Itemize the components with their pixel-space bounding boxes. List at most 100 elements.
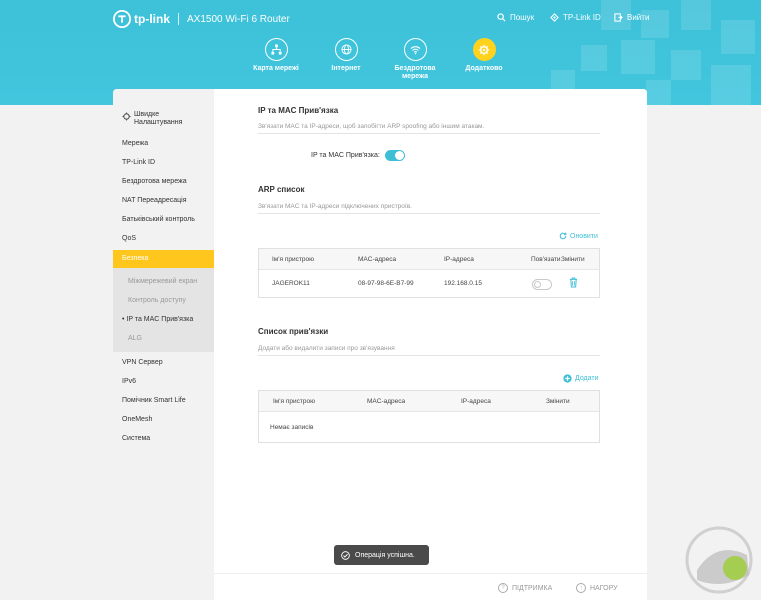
sidebar-item-quick-setup[interactable]: Швидке Налаштування [122, 111, 182, 127]
sidebar-sub-ip-mac[interactable]: • IP та MAC Прив'язка [122, 316, 193, 323]
tplink-id-link[interactable]: TP-Link ID [550, 13, 601, 22]
tab-internet-label: Інтернет [331, 65, 361, 72]
router-model: AX1500 Wi-Fi 6 Router [187, 13, 290, 25]
back-to-top-label: НАГОРУ [590, 584, 618, 592]
binding-description: Додати або видалити записи про зв'язуван… [258, 345, 395, 352]
add-button[interactable]: Додати [563, 374, 599, 383]
sidebar-item-wireless[interactable]: Бездротова мережа [122, 178, 187, 185]
quick-setup-line1: Швидке [134, 111, 160, 118]
binding-title: Список прив'язки [258, 327, 329, 336]
arp-title: ARP список [258, 185, 305, 194]
quick-setup-line2: Налаштування [134, 119, 183, 126]
binding-empty-message: Немає записів [270, 424, 314, 431]
ipmac-toggle[interactable] [385, 150, 405, 161]
binding-divider [258, 355, 600, 356]
logout-label: Вийти [627, 13, 650, 22]
sidebar-item-security[interactable]: Безпека [113, 250, 214, 268]
tab-network-map-label: Карта мережі [253, 65, 299, 72]
tab-network-map[interactable]: Карта мережі [241, 38, 311, 73]
add-icon [563, 374, 572, 383]
refresh-label: Оновити [570, 232, 598, 240]
sidebar-sub-alg[interactable]: ALG [128, 335, 142, 342]
toggle-knob [534, 281, 541, 288]
add-label: Додати [575, 375, 599, 382]
gear-icon [472, 38, 496, 61]
success-toast: Операція успішна. [334, 545, 429, 565]
sidebar-item-network[interactable]: Мережа [122, 140, 148, 147]
watermark-logo [685, 526, 753, 594]
ipmac-toggle-label: IP та MAC Прив'язка: [311, 152, 380, 159]
search-link[interactable]: Пошук [497, 13, 534, 22]
sidebar-item-ipv6[interactable]: IPv6 [122, 378, 136, 385]
sidebar-item-system[interactable]: Система [122, 435, 150, 442]
arp-col-bind: Пов'язати [531, 256, 561, 263]
ipmac-description: Зв'язати MAC та IP-адреси, щоб запобігти… [258, 123, 485, 130]
sidebar-item-onemesh[interactable]: OneMesh [122, 416, 152, 423]
ipmac-divider [258, 133, 600, 134]
tab-wireless[interactable]: Бездротова мережа [380, 38, 450, 81]
refresh-icon [559, 232, 567, 240]
refresh-button[interactable]: Оновити [559, 232, 598, 240]
back-to-top-link[interactable]: ↑ НАГОРУ [576, 583, 618, 593]
arrow-up-icon: ↑ [576, 583, 586, 593]
arp-col-edit: Змінити [561, 256, 585, 263]
sidebar-sub-access-control[interactable]: Контроль доступу [128, 297, 186, 304]
wifi-icon [403, 38, 427, 61]
binding-table-header: Ім'я пристрою MAC-адреса IP-адреса Зміни… [259, 391, 599, 412]
sidebar-item-security-label: Безпека [122, 255, 149, 262]
sidebar-item-parental[interactable]: Батьківський контроль [122, 216, 195, 223]
sidebar-item-vpn[interactable]: VPN Сервер [122, 359, 163, 366]
sidebar-item-qos[interactable]: QoS [122, 235, 136, 242]
footer-bar: ? ПІДТРИМКА ↑ НАГОРУ [214, 573, 647, 600]
binding-col-edit: Змінити [546, 398, 570, 405]
arp-table-header: Ім'я пристрою MAC-адреса IP-адреса Пов'я… [259, 249, 599, 270]
brand-name: tp-link [134, 12, 170, 26]
tab-advanced[interactable]: Додатково [449, 38, 519, 73]
binding-col-mac: MAC-адреса [367, 398, 406, 405]
logo-divider [178, 13, 179, 25]
sidebar: Швидке Налаштування Мережа TP-Link ID Бе… [113, 89, 214, 600]
sidebar-item-smart-life[interactable]: Помічник Smart Life [122, 397, 186, 404]
tab-wireless-label-line1: Бездротова [394, 65, 436, 72]
tab-wireless-label-line2: мережа [401, 73, 429, 80]
binding-col-name: Ім'я пристрою [273, 398, 315, 405]
arp-col-mac: MAC-адреса [358, 256, 397, 263]
tab-internet[interactable]: Інтернет [311, 38, 381, 73]
ipmac-title: IP та MAC Прив'язка [258, 106, 339, 115]
trash-icon[interactable] [569, 277, 578, 288]
arp-row-bind-toggle[interactable] [532, 279, 552, 290]
tplink-logo-icon [113, 10, 131, 28]
support-link[interactable]: ? ПІДТРИМКА [498, 583, 552, 593]
arp-col-ip: IP-адреса [444, 256, 474, 263]
arp-row-ip: 192.168.0.15 [444, 280, 482, 287]
sidebar-item-nat[interactable]: NAT Переадресація [122, 197, 187, 204]
logout-icon [614, 13, 623, 22]
check-circle-icon [341, 550, 350, 560]
search-icon [497, 13, 506, 22]
binding-table: Ім'я пристрою MAC-адреса IP-адреса Зміни… [258, 390, 600, 443]
main-panel: IP та MAC Прив'язка Зв'язати MAC та IP-а… [214, 89, 647, 600]
arp-table: Ім'я пристрою MAC-адреса IP-адреса Пов'я… [258, 248, 600, 298]
sidebar-submenu: Міжмережевий екран Контроль доступу • IP… [113, 268, 214, 352]
sidebar-item-tplink-id[interactable]: TP-Link ID [122, 159, 155, 166]
support-icon: ? [498, 583, 508, 593]
arp-divider [258, 213, 600, 214]
search-link-label: Пошук [510, 13, 535, 22]
arp-row-name: JAGEROK11 [272, 280, 310, 287]
tplink-id-label: TP-Link ID [563, 13, 601, 22]
sidebar-sub-firewall[interactable]: Міжмережевий екран [128, 278, 197, 285]
content-card: Швидке Налаштування Мережа TP-Link ID Бе… [113, 89, 647, 600]
toggle-knob [395, 151, 404, 160]
tab-advanced-label: Додатково [465, 65, 503, 72]
toast-message: Операція успішна. [355, 551, 415, 559]
logout-link[interactable]: Вийти [614, 13, 649, 22]
binding-col-ip: IP-адреса [461, 398, 491, 405]
arp-row-mac: 08-97-98-6E-B7-99 [358, 280, 414, 287]
arp-col-name: Ім'я пристрою [272, 256, 314, 263]
gear-icon [122, 112, 131, 121]
arp-description: Зв'язати MAC та IP-адреси підключених пр… [258, 203, 412, 210]
logo[interactable]: tp-link AX1500 Wi-Fi 6 Router [113, 10, 290, 28]
network-map-icon [264, 38, 288, 61]
globe-icon [334, 38, 358, 61]
support-label: ПІДТРИМКА [512, 584, 553, 592]
